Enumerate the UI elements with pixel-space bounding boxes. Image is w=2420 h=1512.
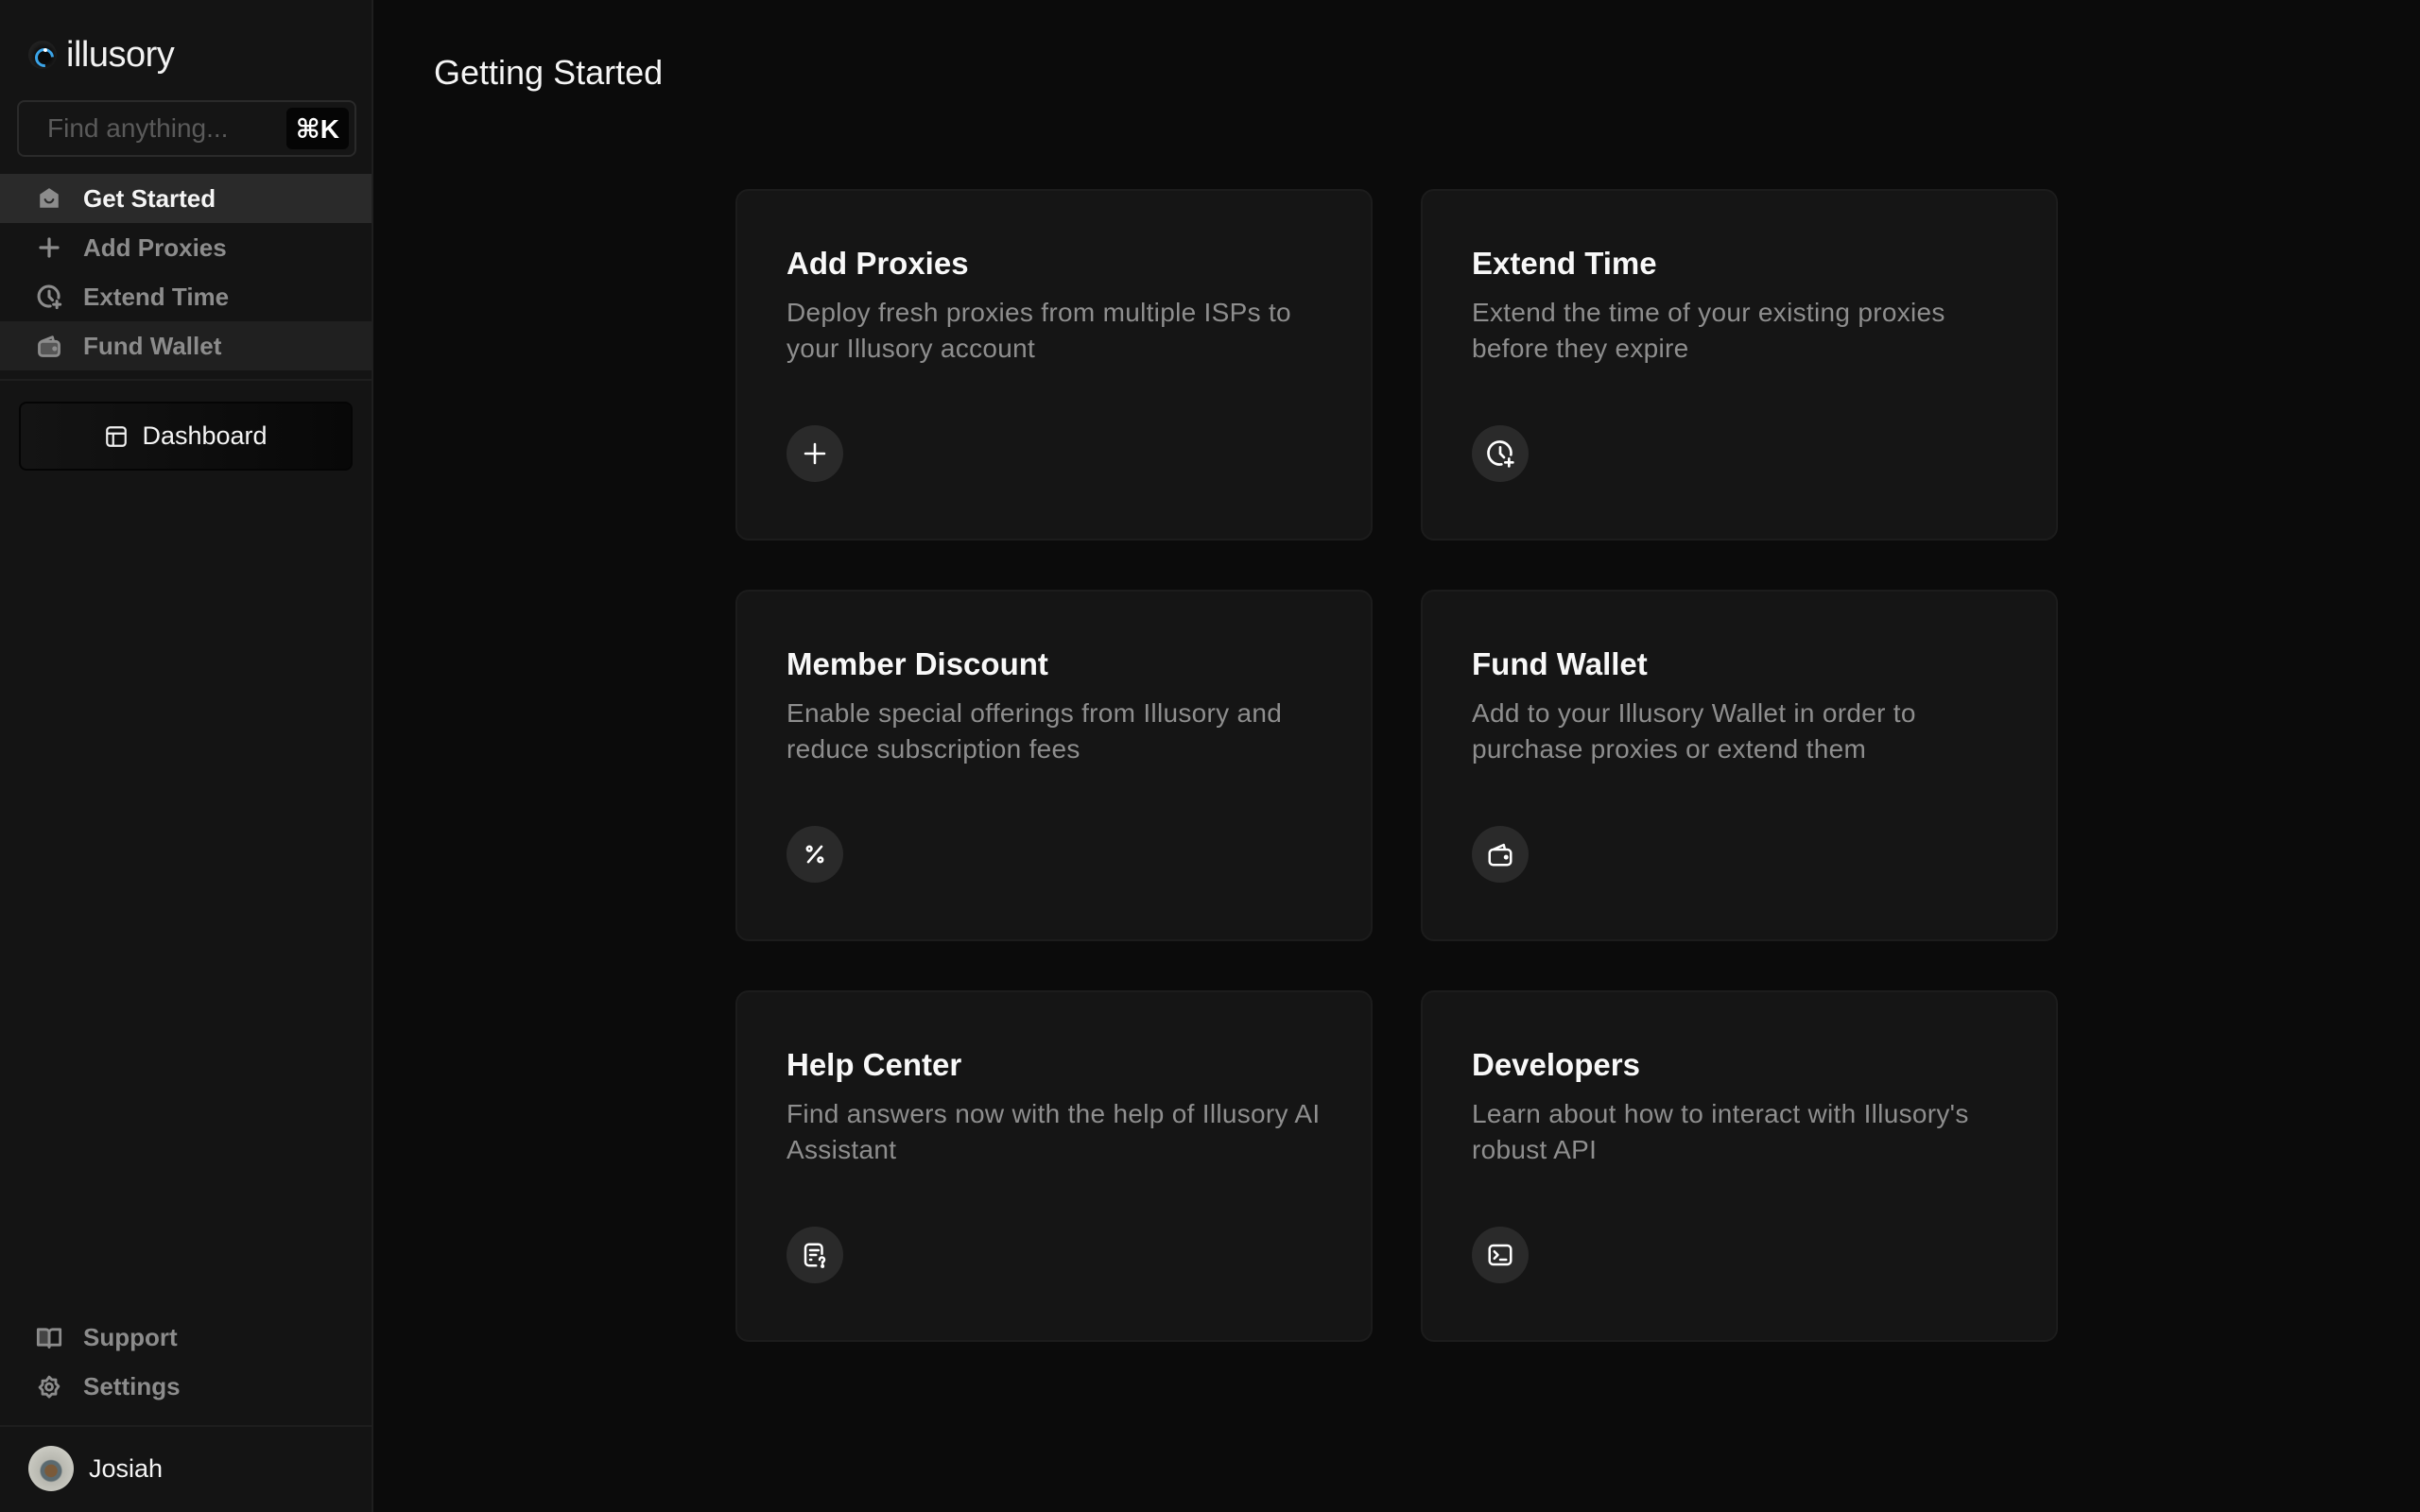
sidebar-item-add-proxies[interactable]: Add Proxies <box>0 223 372 272</box>
dashboard-button-label: Dashboard <box>142 421 268 450</box>
clock-plus-icon <box>36 284 62 310</box>
card-help-center[interactable]: Help Center Find answers now with the he… <box>735 990 1373 1342</box>
card-fund-wallet[interactable]: Fund Wallet Add to your Illusory Wallet … <box>1421 590 2058 941</box>
sidebar-item-label: Extend Time <box>83 282 230 311</box>
clock-plus-icon <box>1472 425 1529 482</box>
sidebar-item-get-started[interactable]: Get Started <box>0 174 372 223</box>
user-profile[interactable]: Josiah <box>28 1446 163 1491</box>
plus-icon <box>786 425 843 482</box>
page-title: Getting Started <box>434 53 664 92</box>
card-title: Member Discount <box>786 646 1048 681</box>
sidebar: illusory ⌘K Get Started Add Proxies Exte… <box>0 0 389 1512</box>
card-title: Extend Time <box>1472 246 1657 281</box>
card-description: Find answers now with the help of Illuso… <box>786 1099 1321 1164</box>
sidebar-divider <box>0 1425 372 1427</box>
percent-icon <box>786 826 843 883</box>
card-title: Fund Wallet <box>1472 646 1648 681</box>
dashboard-button[interactable]: Dashboard <box>19 402 353 471</box>
card-developers[interactable]: Developers Learn about how to interact w… <box>1421 990 2058 1342</box>
logo-text: illusory <box>66 34 175 75</box>
card-description: Enable special offerings from Illusory a… <box>786 698 1283 764</box>
sidebar-bottom-nav: Support Settings <box>0 1313 372 1411</box>
search-box[interactable]: ⌘K <box>17 100 389 157</box>
home-smile-icon <box>36 185 62 212</box>
sidebar-item-label: Support <box>83 1322 178 1351</box>
card-extend-time[interactable]: Extend Time Extend the time of your exis… <box>1421 189 2058 541</box>
sidebar-item-label: Get Started <box>83 183 216 213</box>
file-question-icon <box>786 1227 843 1283</box>
card-description: Deploy fresh proxies from multiple ISPs … <box>786 298 1291 363</box>
sidebar-divider <box>0 379 372 381</box>
card-title: Developers <box>1472 1047 1640 1082</box>
plus-icon <box>36 234 62 261</box>
sidebar-item-label: Settings <box>83 1371 181 1400</box>
sidebar-item-fund-wallet[interactable]: Fund Wallet <box>0 321 372 370</box>
sidebar-item-label: Add Proxies <box>83 232 227 262</box>
card-description: Add to your Illusory Wallet in order to … <box>1472 698 1916 764</box>
card-description: Extend the time of your existing proxies… <box>1472 298 1945 363</box>
gear-icon <box>36 1373 62 1400</box>
card-description: Learn about how to interact with Illusor… <box>1472 1099 1969 1164</box>
sidebar-item-support[interactable]: Support <box>0 1313 372 1362</box>
sidebar-item-extend-time[interactable]: Extend Time <box>0 272 372 321</box>
sidebar-item-settings[interactable]: Settings <box>0 1362 372 1411</box>
book-icon <box>36 1324 62 1350</box>
card-title: Add Proxies <box>786 246 969 281</box>
sidebar-nav: Get Started Add Proxies Extend Time Fund… <box>0 174 372 370</box>
search-shortcut-badge: ⌘K <box>285 108 349 149</box>
wallet-icon <box>36 333 62 359</box>
wallet-icon <box>1472 826 1529 883</box>
card-title: Help Center <box>786 1047 962 1082</box>
terminal-icon <box>1472 1227 1529 1283</box>
logo[interactable]: illusory <box>28 34 175 76</box>
user-name: Josiah <box>89 1453 164 1483</box>
card-add-proxies[interactable]: Add Proxies Deploy fresh proxies from mu… <box>735 189 1373 541</box>
logo-eye-icon <box>28 41 57 69</box>
card-member-discount[interactable]: Member Discount Enable special offerings… <box>735 590 1373 941</box>
sidebar-item-label: Fund Wallet <box>83 331 222 360</box>
action-cards-grid: Add Proxies Deploy fresh proxies from mu… <box>735 189 2059 1342</box>
avatar <box>28 1446 74 1491</box>
layout-icon <box>106 425 128 447</box>
